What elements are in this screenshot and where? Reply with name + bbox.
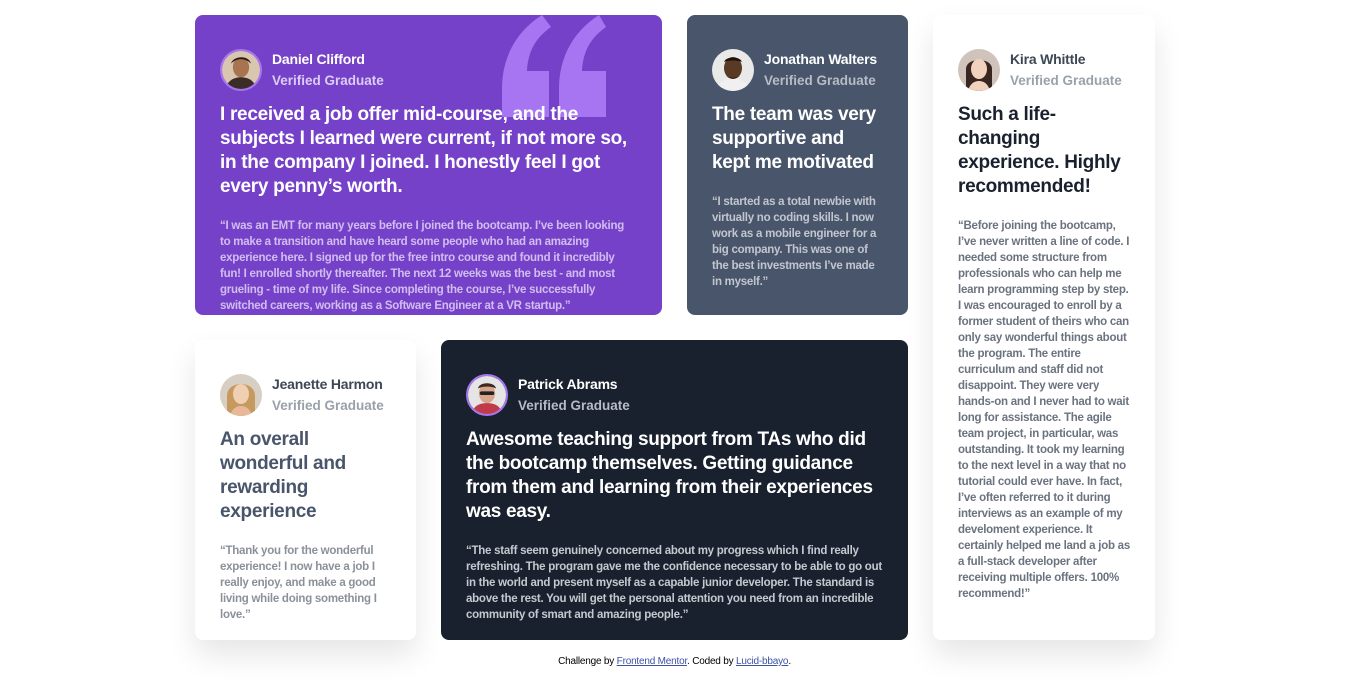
testimonial-body: “The staff seem genuinely concerned abou… [466,545,882,621]
testimonial-headline: Awesome teaching support from TAs who di… [466,429,873,522]
attribution-middle: . Coded by [687,656,734,667]
avatar-kira-icon [958,49,1000,91]
frontend-mentor-link[interactable]: Frontend Mentor [617,656,688,667]
testimonial-headline: Such a life-changing experience. Highly … [958,104,1121,197]
avatar-jonathan-icon [712,49,754,91]
attribution: Challenge by Frontend Mentor. Coded by L… [0,656,1349,667]
avatar [220,49,262,91]
testimonial-card-jeanette: Jeanette Harmon Verified Graduate An ove… [195,340,416,640]
avatar-jeanette-icon [220,374,262,416]
testimonial-card-patrick: Patrick Abrams Verified Graduate Awesome… [441,340,908,640]
avatar [466,374,508,416]
avatar-daniel-icon [222,51,260,89]
author-name: Daniel Clifford [272,51,365,67]
author-role: Verified Graduate [518,398,630,413]
avatar [220,374,262,416]
testimonial-body: “Before joining the bootcamp, I’ve never… [958,220,1130,600]
testimonial-body: “Thank you for the wonderful experience!… [220,545,377,621]
author-role: Verified Graduate [1010,73,1122,88]
testimonial-body: “I was an EMT for many years before I jo… [220,220,625,312]
author-name: Kira Whittle [1010,51,1086,67]
testimonial-body: “I started as a total newbie with virtua… [712,196,877,288]
avatar-patrick-icon [468,376,506,414]
testimonial-card-kira: Kira Whittle Verified Graduate Such a li… [933,15,1155,640]
avatar [712,49,754,91]
testimonial-headline: I received a job offer mid-course, and t… [220,104,627,197]
attribution-prefix: Challenge by [558,656,615,667]
author-role: Verified Graduate [272,398,384,413]
attribution-suffix: . [788,656,791,667]
testimonial-headline: The team was very supportive and kept me… [712,104,876,173]
avatar [958,49,1000,91]
author-name: Jeanette Harmon [272,376,383,392]
testimonial-headline: An overall wonderful and rewarding exper… [220,429,346,522]
testimonial-card-jonathan: Jonathan Walters Verified Graduate The t… [687,15,908,315]
author-link[interactable]: Lucid-bbayo [736,656,788,667]
author-name: Jonathan Walters [764,51,877,67]
author-name: Patrick Abrams [518,376,618,392]
testimonial-card-daniel: Daniel Clifford Verified Graduate I rece… [195,15,662,315]
author-role: Verified Graduate [272,73,384,88]
author-role: Verified Graduate [764,73,876,88]
